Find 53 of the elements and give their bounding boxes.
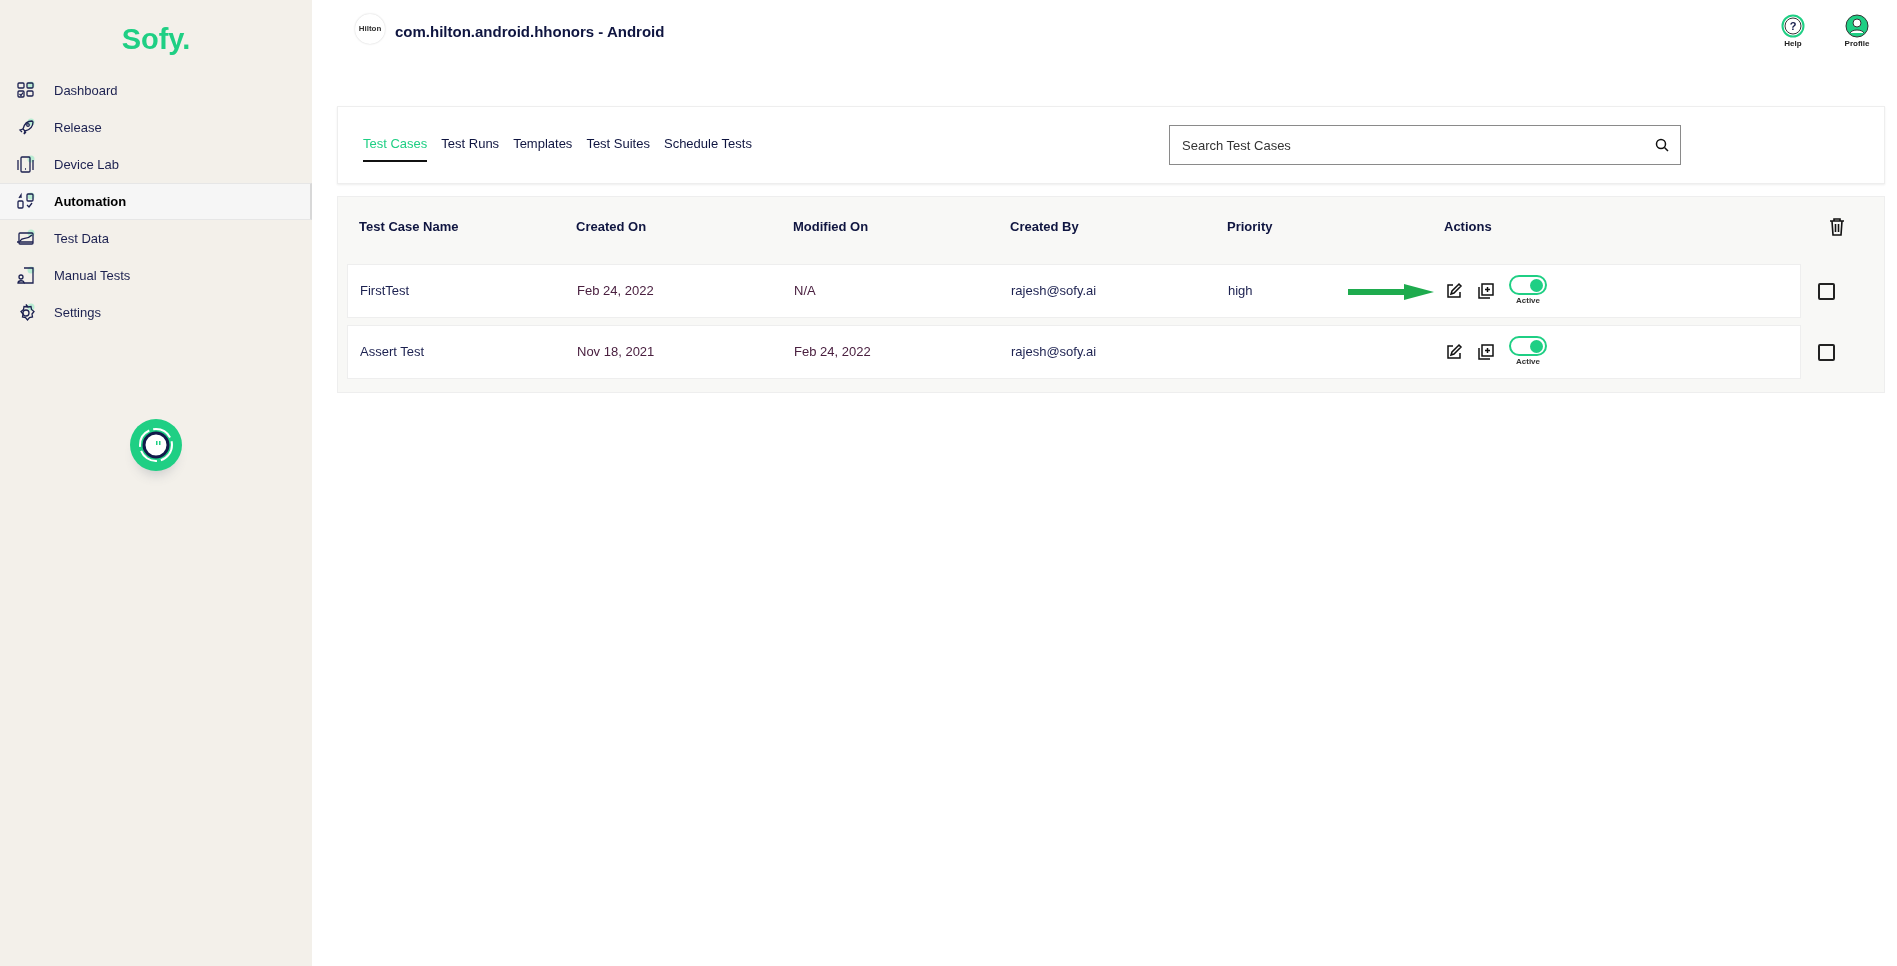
- tab[interactable]: Test Runs: [441, 128, 500, 162]
- table-cell: N/A: [794, 283, 816, 299]
- delete-button[interactable]: [1829, 218, 1845, 236]
- chat-bubble-button[interactable]: [130, 419, 182, 471]
- column-header: Actions: [1444, 219, 1492, 235]
- trash-icon: [1829, 218, 1845, 236]
- column-header: Test Case Name: [359, 219, 459, 235]
- person-card-icon: [16, 265, 36, 286]
- sofy-logo: Sofy.: [120, 22, 192, 57]
- search-field[interactable]: Search Test Cases: [1169, 125, 1681, 165]
- profile-icon: [1845, 14, 1869, 38]
- table-cell: Nov 18, 2021: [577, 344, 655, 360]
- sidebar-item[interactable]: Test Data: [0, 220, 312, 257]
- devices-icon: [16, 191, 36, 212]
- tab[interactable]: Test Suites: [586, 128, 650, 162]
- profile-button[interactable]: Profile: [1837, 14, 1877, 50]
- row-checkbox[interactable]: [1818, 343, 1835, 361]
- table-cell: high: [1228, 283, 1253, 299]
- duplicate-button[interactable]: [1477, 282, 1495, 300]
- search-icon: [1655, 138, 1669, 152]
- sidebar-item[interactable]: Automation: [0, 183, 312, 220]
- help-button[interactable]: ? Help: [1773, 14, 1813, 50]
- phone-icon: [16, 154, 36, 175]
- app-logo: Hilton: [355, 14, 385, 44]
- table-cell: rajesh@sofy.ai: [1011, 344, 1097, 360]
- tab[interactable]: Schedule Tests: [663, 128, 752, 162]
- table-cell: Assert Test: [360, 344, 425, 360]
- copy-icon: [1477, 343, 1495, 361]
- copy-icon: [1477, 282, 1495, 300]
- edit-button[interactable]: [1445, 343, 1463, 361]
- edit-button[interactable]: [1445, 282, 1463, 300]
- table-cell: rajesh@sofy.ai: [1011, 283, 1097, 299]
- app-title: com.hilton.android.hhonors - Android: [395, 22, 665, 42]
- duplicate-button[interactable]: [1477, 343, 1495, 361]
- sidebar-item[interactable]: Settings: [0, 294, 312, 331]
- edit-icon: [1445, 343, 1463, 361]
- column-header: Priority: [1227, 219, 1273, 235]
- sidebar-item[interactable]: Device Lab: [0, 146, 312, 183]
- column-header: Modified On: [793, 219, 869, 235]
- help-icon: ?: [1781, 14, 1805, 38]
- column-header: Created By: [1010, 219, 1079, 235]
- sidebar-item[interactable]: Release: [0, 109, 312, 146]
- dashboard-icon: [16, 80, 36, 101]
- tab[interactable]: Templates: [513, 128, 573, 162]
- row-checkbox[interactable]: [1818, 282, 1835, 300]
- sidebar-item[interactable]: Manual Tests: [0, 257, 312, 294]
- column-header: Created On: [576, 219, 647, 235]
- table-cell: FirstTest: [360, 283, 410, 299]
- sidebar-item[interactable]: Dashboard: [0, 72, 312, 109]
- chat-icon: [136, 425, 176, 465]
- edit-icon: [1445, 282, 1463, 300]
- table-cell: Feb 24, 2022: [577, 283, 654, 299]
- table-cell: Feb 24, 2022: [794, 344, 871, 360]
